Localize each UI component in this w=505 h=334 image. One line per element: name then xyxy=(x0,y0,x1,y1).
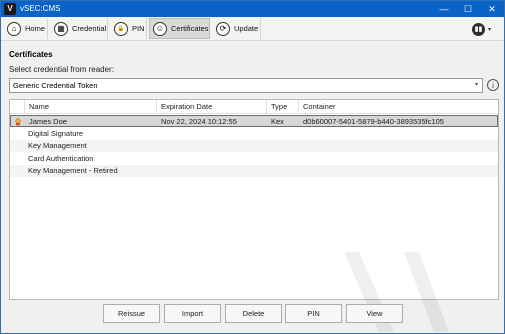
close-button[interactable]: ✕ xyxy=(480,1,504,17)
main-content: Certificates Select credential from read… xyxy=(1,42,504,333)
toolbar-home-label: Home xyxy=(25,24,46,33)
row-type: Kex xyxy=(271,117,284,126)
delete-button[interactable]: Delete xyxy=(225,304,282,323)
row-name: Key Management - Retired xyxy=(28,166,118,175)
import-button[interactable]: Import xyxy=(164,304,221,323)
pin-button[interactable]: PIN xyxy=(285,304,342,323)
toolbar-credential-button[interactable]: ▦ Credential xyxy=(51,18,108,39)
chevron-down-icon: ▾ xyxy=(474,82,478,88)
window-title: vSEC:CMS xyxy=(20,4,61,13)
table-row[interactable]: Digital Signature xyxy=(10,128,498,140)
maximize-button[interactable]: ☐ xyxy=(456,1,480,17)
column-header-container[interactable]: Container xyxy=(298,100,498,114)
row-name: Key Management xyxy=(28,141,87,150)
toolbar-home-button[interactable]: ⌂ Home xyxy=(4,18,48,39)
table-row[interactable]: James Doe Nov 22, 2024 10:12:55 Kex d0b6… xyxy=(10,115,498,127)
view-button[interactable]: View xyxy=(346,304,403,323)
lock-icon: 🔒 xyxy=(114,21,128,36)
info-icon[interactable]: i xyxy=(487,79,499,91)
column-header-type[interactable]: Type xyxy=(266,100,299,114)
row-expiration: Nov 22, 2024 10:12:55 xyxy=(161,117,237,126)
home-icon: ⌂ xyxy=(7,21,21,36)
main-menu-button[interactable]: ▮▮ ▾ xyxy=(472,21,498,37)
row-container: d0b60007-5401-5879-b440-3893535fc105 xyxy=(303,117,444,126)
section-title: Certificates xyxy=(9,50,53,59)
credential-icon: ▦ xyxy=(54,21,68,36)
row-name: Card Authentication xyxy=(28,154,94,163)
toolbar-update-button[interactable]: ⟳ Update xyxy=(213,18,261,39)
toolbar-certificates-label: Certificates xyxy=(171,24,209,33)
table-row[interactable]: Key Management xyxy=(10,140,498,152)
table-row[interactable]: Key Management - Retired xyxy=(10,165,498,177)
toolbar-credential-label: Credential xyxy=(72,24,107,33)
certificate-badge-icon: ☺ xyxy=(153,21,167,36)
toolbar-pin-label: PIN xyxy=(132,24,145,33)
menu-icon: ▮▮ xyxy=(472,22,485,36)
list-header: Name Expiration Date Type Container xyxy=(10,100,498,114)
column-header-name[interactable]: Name xyxy=(24,100,160,114)
toolbar-certificates-button[interactable]: ☺ Certificates xyxy=(149,18,210,39)
title-bar[interactable]: V vSEC:CMS — ☐ ✕ xyxy=(1,1,504,17)
table-row[interactable]: Card Authentication xyxy=(10,153,498,165)
toolbar: ⌂ Home ▦ Credential 🔒 PIN ☺ Certificates… xyxy=(1,17,504,41)
reader-select-value: Generic Credential Token xyxy=(13,81,98,90)
update-icon: ⟳ xyxy=(216,21,230,36)
toolbar-pin-button[interactable]: 🔒 PIN xyxy=(111,18,147,39)
app-logo-icon: V xyxy=(4,3,16,15)
reissue-button[interactable]: Reissue xyxy=(103,304,160,323)
action-bar: Reissue Import Delete PIN View xyxy=(1,304,504,324)
row-name: Digital Signature xyxy=(28,129,84,138)
minimize-button[interactable]: — xyxy=(432,1,456,17)
row-name: James Doe xyxy=(29,117,67,126)
toolbar-update-label: Update xyxy=(234,24,259,33)
reader-select[interactable]: Generic Credential Token ▾ xyxy=(9,78,483,93)
app-window: V vSEC:CMS — ☐ ✕ ⌂ Home ▦ Credential 🔒 P… xyxy=(0,0,505,334)
reader-select-label: Select credential from reader: xyxy=(9,65,114,74)
chevron-down-icon: ▾ xyxy=(488,26,492,33)
certificate-icon xyxy=(15,118,21,126)
column-header-expiration[interactable]: Expiration Date xyxy=(156,100,268,114)
